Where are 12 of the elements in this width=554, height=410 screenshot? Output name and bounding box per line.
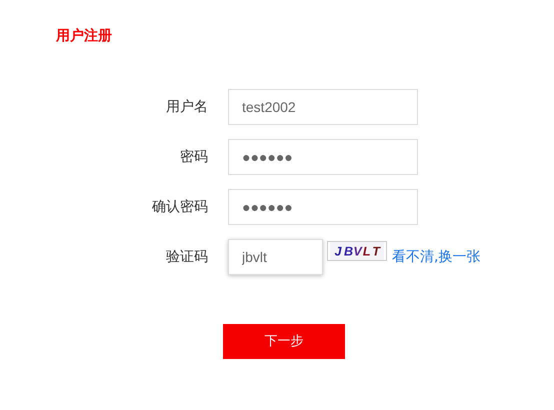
refresh-captcha-link[interactable]: 看不清,换一张 — [392, 246, 480, 268]
field-label: 验证码 — [165, 248, 208, 266]
input-field[interactable]: test2002 — [228, 89, 418, 125]
field-label: 用户名 — [165, 98, 208, 116]
captcha-field[interactable]: jbvlt — [228, 239, 323, 275]
page-title: 用户注册 — [56, 26, 113, 46]
captcha-image: JBVLT — [327, 241, 387, 261]
input-field[interactable]: ●●●●●● — [228, 139, 418, 175]
next-step-button[interactable]: 下一步 — [223, 324, 345, 359]
field-label: 确认密码 — [151, 198, 208, 216]
field-label: 密码 — [179, 148, 208, 166]
input-field[interactable]: ●●●●●● — [228, 189, 418, 225]
